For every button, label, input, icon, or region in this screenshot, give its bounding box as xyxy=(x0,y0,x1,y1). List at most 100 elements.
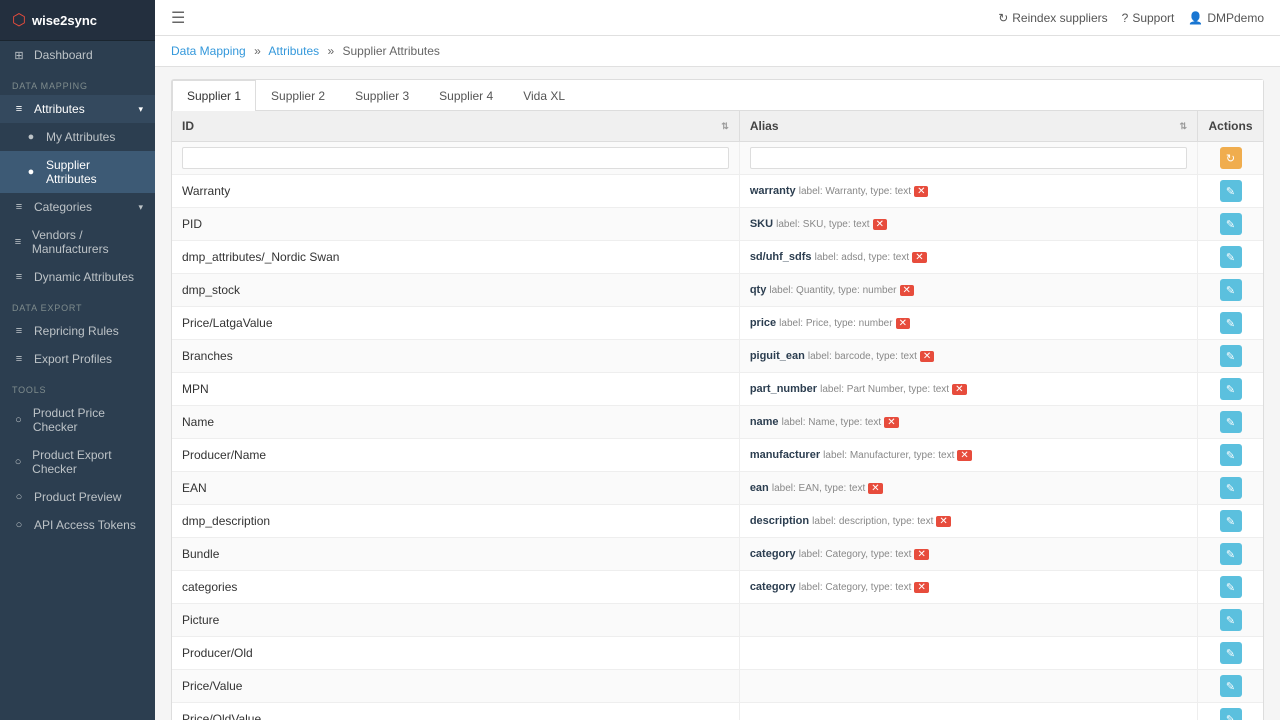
alias-cell: category label: Category, type: text ✕ xyxy=(739,538,1197,571)
sidebar-item-supplier-attributes[interactable]: ● Supplier Attributes xyxy=(0,151,155,193)
breadcrumb-data-mapping[interactable]: Data Mapping xyxy=(171,44,246,58)
sidebar-item-product-preview[interactable]: ○ Product Preview xyxy=(0,483,155,511)
alias-delete-icon[interactable]: ✕ xyxy=(957,450,971,461)
sidebar-item-vendors[interactable]: ≡ Vendors / Manufacturers xyxy=(0,221,155,263)
alias-cell xyxy=(739,604,1197,637)
alias-delete-icon[interactable]: ✕ xyxy=(914,549,928,560)
sort-icon[interactable]: ⇅ xyxy=(721,121,729,132)
column-header-id: ID ⇅ xyxy=(172,111,739,142)
edit-button[interactable]: ✎ xyxy=(1220,609,1242,631)
alias-name: category xyxy=(750,548,796,560)
alias-delete-icon[interactable]: ✕ xyxy=(912,252,926,263)
edit-button[interactable]: ✎ xyxy=(1220,477,1242,499)
sidebar-item-my-attributes[interactable]: ● My Attributes xyxy=(0,123,155,151)
dynamic-attributes-icon: ≡ xyxy=(12,270,26,284)
alias-cell: manufacturer label: Manufacturer, type: … xyxy=(739,439,1197,472)
table-row: EANean label: EAN, type: text ✕✎ xyxy=(172,472,1263,505)
alias-column-label: Alias xyxy=(750,119,779,133)
alias-name: manufacturer xyxy=(750,449,820,461)
edit-button[interactable]: ✎ xyxy=(1220,279,1242,301)
alias-delete-icon[interactable]: ✕ xyxy=(868,483,882,494)
alias-delete-icon[interactable]: ✕ xyxy=(873,219,887,230)
edit-button[interactable]: ✎ xyxy=(1220,246,1242,268)
attributes-table-container: ID ⇅ Alias ⇅ Action xyxy=(172,111,1263,720)
alias-delete-icon[interactable]: ✕ xyxy=(914,186,928,197)
tab-supplier-1[interactable]: Supplier 1 xyxy=(172,80,256,111)
alias-cell: piguit_ean label: barcode, type: text ✕ xyxy=(739,340,1197,373)
alias-delete-icon[interactable]: ✕ xyxy=(900,285,914,296)
alias-delete-icon[interactable]: ✕ xyxy=(884,417,898,428)
edit-button[interactable]: ✎ xyxy=(1220,543,1242,565)
edit-button[interactable]: ✎ xyxy=(1220,378,1242,400)
sidebar-item-attributes[interactable]: ≡ Attributes ▾ xyxy=(0,95,155,123)
breadcrumb-attributes[interactable]: Attributes xyxy=(268,44,319,58)
edit-button[interactable]: ✎ xyxy=(1220,213,1242,235)
filter-row: ↻ xyxy=(172,142,1263,175)
refresh-button[interactable]: ↻ xyxy=(1220,147,1242,169)
product-preview-icon: ○ xyxy=(12,490,26,504)
edit-button[interactable]: ✎ xyxy=(1220,675,1242,697)
edit-button[interactable]: ✎ xyxy=(1220,708,1242,720)
tab-vida-xl[interactable]: Vida XL xyxy=(508,80,580,111)
sidebar-item-price-checker[interactable]: ○ Product Price Checker xyxy=(0,399,155,441)
sidebar-logo: ⬡ wise2sync xyxy=(0,0,155,41)
sort-icon-alias[interactable]: ⇅ xyxy=(1179,121,1187,132)
sidebar-item-label: Product Price Checker xyxy=(33,406,143,434)
alias-meta: label: Part Number, type: text xyxy=(820,384,949,395)
alias-delete-icon[interactable]: ✕ xyxy=(952,384,966,395)
edit-button[interactable]: ✎ xyxy=(1220,312,1242,334)
edit-button[interactable]: ✎ xyxy=(1220,180,1242,202)
sidebar-item-label: API Access Tokens xyxy=(34,518,136,532)
alias-delete-icon[interactable]: ✕ xyxy=(936,516,950,527)
edit-button[interactable]: ✎ xyxy=(1220,345,1242,367)
sidebar: ⬡ wise2sync ⊞ Dashboard DATA MAPPING ≡ A… xyxy=(0,0,155,720)
chevron-icon: ▾ xyxy=(138,202,143,213)
my-attributes-icon: ● xyxy=(24,130,38,144)
edit-button[interactable]: ✎ xyxy=(1220,444,1242,466)
alias-filter-input[interactable] xyxy=(750,147,1187,169)
alias-delete-icon[interactable]: ✕ xyxy=(920,351,934,362)
alias-name: piguit_ean xyxy=(750,350,805,362)
tab-supplier-2[interactable]: Supplier 2 xyxy=(256,80,340,111)
sidebar-item-api-tokens[interactable]: ○ API Access Tokens xyxy=(0,511,155,539)
edit-button[interactable]: ✎ xyxy=(1220,411,1242,433)
sidebar-section-data-mapping: DATA MAPPING xyxy=(0,69,155,95)
edit-button[interactable]: ✎ xyxy=(1220,510,1242,532)
sidebar-item-dashboard[interactable]: ⊞ Dashboard xyxy=(0,41,155,69)
alias-name: name xyxy=(750,416,779,428)
id-filter-input[interactable] xyxy=(182,147,729,169)
id-cell: dmp_stock xyxy=(172,274,739,307)
breadcrumb: Data Mapping » Attributes » Supplier Att… xyxy=(155,36,1280,67)
sidebar-item-export-profiles[interactable]: ≡ Export Profiles xyxy=(0,345,155,373)
edit-button[interactable]: ✎ xyxy=(1220,576,1242,598)
actions-cell: ✎ xyxy=(1198,307,1263,340)
sidebar-item-categories[interactable]: ≡ Categories ▾ xyxy=(0,193,155,221)
id-cell: EAN xyxy=(172,472,739,505)
support-label: Support xyxy=(1132,11,1174,25)
alias-delete-icon[interactable]: ✕ xyxy=(914,582,928,593)
alias-name: SKU xyxy=(750,218,773,230)
actions-filter-cell: ↻ xyxy=(1198,142,1263,175)
tab-supplier-3[interactable]: Supplier 3 xyxy=(340,80,424,111)
alias-name: ean xyxy=(750,482,769,494)
user-menu[interactable]: 👤 DMPdemo xyxy=(1188,11,1264,25)
tab-supplier-4[interactable]: Supplier 4 xyxy=(424,80,508,111)
alias-cell: qty label: Quantity, type: number ✕ xyxy=(739,274,1197,307)
alias-cell xyxy=(739,703,1197,720)
sidebar-item-label: Vendors / Manufacturers xyxy=(32,228,143,256)
id-cell: Branches xyxy=(172,340,739,373)
alias-cell: description label: description, type: te… xyxy=(739,505,1197,538)
sidebar-item-repricing-rules[interactable]: ≡ Repricing Rules xyxy=(0,317,155,345)
sidebar-item-export-checker[interactable]: ○ Product Export Checker xyxy=(0,441,155,483)
edit-button[interactable]: ✎ xyxy=(1220,642,1242,664)
actions-cell: ✎ xyxy=(1198,340,1263,373)
hamburger-icon[interactable]: ☰ xyxy=(171,8,185,28)
sidebar-item-label: Export Profiles xyxy=(34,352,112,366)
support-button[interactable]: ? Support xyxy=(1122,11,1175,25)
reindex-suppliers-button[interactable]: ↻ Reindex suppliers xyxy=(998,11,1107,25)
alias-meta: label: Category, type: text xyxy=(799,582,912,593)
user-icon: 👤 xyxy=(1188,11,1203,25)
actions-cell: ✎ xyxy=(1198,373,1263,406)
sidebar-item-dynamic-attributes[interactable]: ≡ Dynamic Attributes xyxy=(0,263,155,291)
alias-delete-icon[interactable]: ✕ xyxy=(896,318,910,329)
